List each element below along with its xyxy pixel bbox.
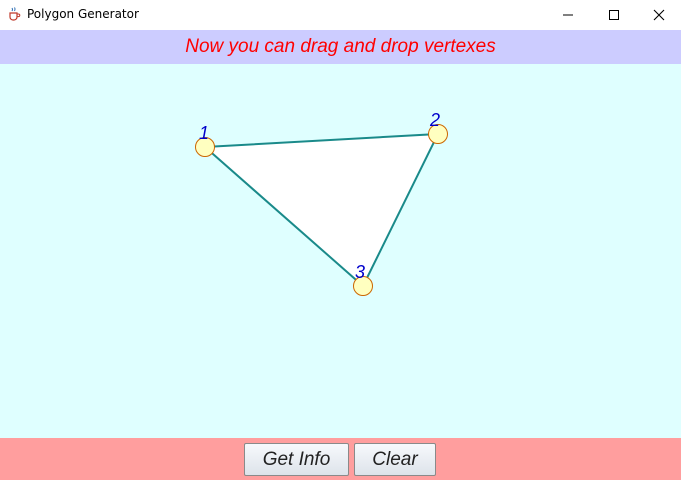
button-bar: Get Info Clear [0,438,681,480]
title-bar: Polygon Generator [0,0,681,30]
vertex-3-label: 3 [355,262,365,282]
vertex-2[interactable]: 2 [428,110,448,144]
polygon-shape [202,132,440,288]
maximize-button[interactable] [591,0,637,30]
clear-button[interactable]: Clear [354,443,436,476]
polygon-drawing: 1 2 3 [195,110,448,296]
vertex-1[interactable]: 1 [195,123,215,157]
java-coffee-icon [9,7,21,21]
instruction-banner: Now you can drag and drop vertexes [0,30,681,64]
vertex-2-label: 2 [429,110,440,130]
window-title: Polygon Generator [27,7,139,21]
get-info-button[interactable]: Get Info [244,443,349,476]
close-button[interactable] [636,0,681,30]
maximize-icon [609,10,619,20]
vertex-1-label: 1 [199,123,209,143]
close-icon [653,9,665,21]
minimize-icon [563,14,573,16]
drawing-canvas[interactable]: 1 2 3 [0,64,681,438]
instruction-text: Now you can drag and drop vertexes [185,36,496,57]
minimize-button[interactable] [545,0,591,30]
